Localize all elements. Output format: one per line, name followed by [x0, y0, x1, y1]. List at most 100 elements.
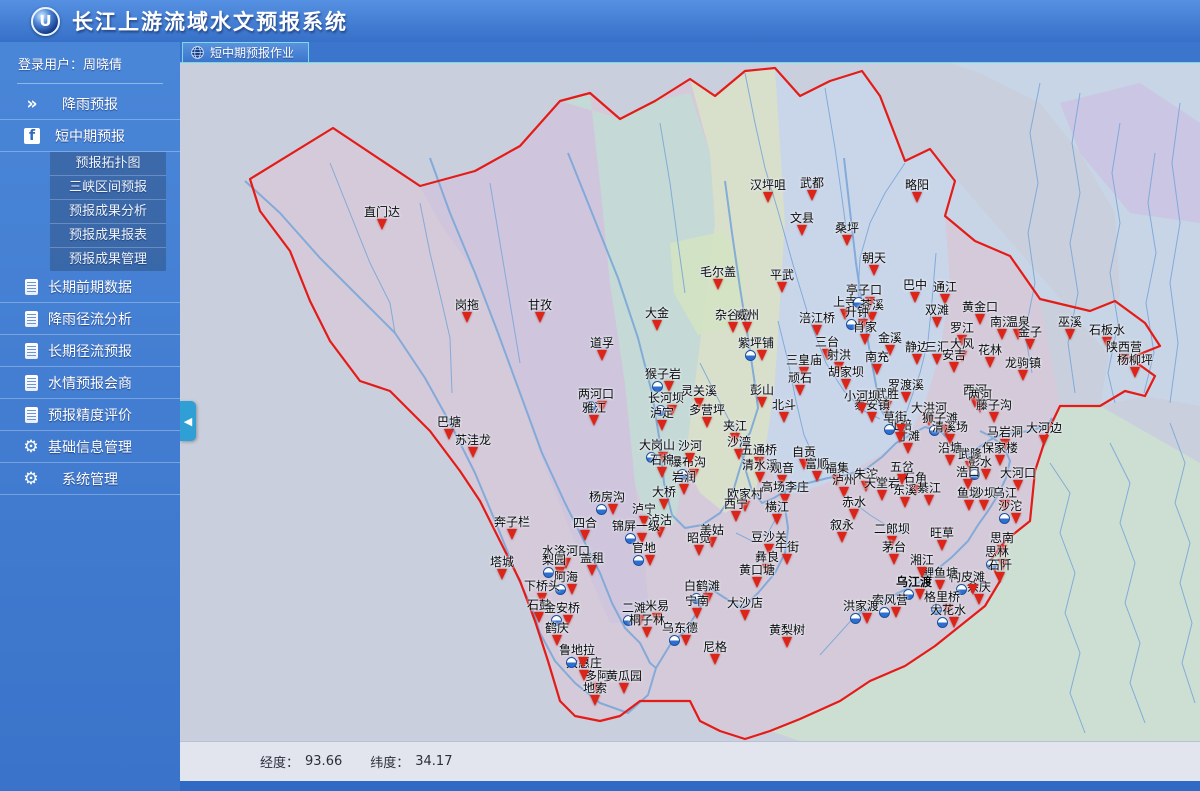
map-station[interactable]: 塔城 — [490, 556, 514, 582]
sidebar-subitem[interactable]: 三峡区间预报 — [50, 176, 166, 200]
map-station[interactable]: 毛尔盖 — [700, 266, 736, 292]
station-marker-icon — [897, 474, 907, 485]
map-station[interactable]: 杨柳坪 — [1117, 354, 1153, 380]
map-station[interactable]: 文县 — [790, 212, 814, 238]
station-marker-icon — [377, 219, 387, 230]
map-station[interactable]: 泸定 — [650, 407, 674, 433]
map-station[interactable]: 保家楼 — [982, 442, 1018, 468]
sidebar-item[interactable]: ⚙基础信息管理 — [0, 431, 180, 463]
map-station[interactable]: 旺草 — [930, 527, 954, 553]
map-station[interactable]: 紫坪铺 — [738, 337, 774, 363]
map-station[interactable]: 大金 — [645, 307, 669, 333]
map-station[interactable]: 桑坪 — [835, 222, 859, 248]
sidebar-subitem[interactable]: 预报拓扑图 — [50, 152, 166, 176]
station-label: 清溪场 — [932, 421, 968, 434]
map-station[interactable]: 道孚 — [590, 337, 614, 363]
sidebar-item[interactable]: 长期前期数据 — [0, 271, 180, 303]
map-station[interactable]: 南充 — [865, 351, 889, 377]
sidebar-item[interactable]: 水情预报会商 — [0, 367, 180, 399]
map-station[interactable]: 鲁地拉 — [559, 644, 595, 670]
map-station[interactable]: 叙永 — [830, 519, 854, 545]
document-icon — [25, 375, 38, 391]
map-station[interactable]: 东溪 — [893, 484, 917, 510]
map-station[interactable]: 黄口塘 — [739, 564, 775, 590]
map-station[interactable]: 汉坪咀 — [750, 179, 786, 205]
map-station[interactable]: 沙河 — [678, 440, 702, 466]
sidebar-subitem[interactable]: 预报成果管理 — [50, 248, 166, 271]
sidebar-item[interactable]: 长期径流预报 — [0, 335, 180, 367]
station-marker-icon — [685, 453, 695, 464]
station-marker-icon — [757, 350, 767, 361]
sidebar-item[interactable]: f短中期预报 — [0, 120, 180, 152]
map-station[interactable]: 雅江 — [582, 402, 606, 428]
map-station[interactable]: 苏洼龙 — [455, 434, 491, 460]
map-station[interactable]: 大河边 — [1026, 422, 1062, 448]
sidebar-subitem[interactable]: 预报成果分析 — [50, 200, 166, 224]
map-station[interactable]: 安吉 — [942, 349, 966, 375]
map-station[interactable]: 平武 — [770, 269, 794, 295]
map-station[interactable]: 官地 — [632, 542, 656, 568]
map-station[interactable]: 花林 — [978, 344, 1002, 370]
longitude-label: 经度： — [260, 752, 299, 771]
map-station[interactable]: 宁南 — [685, 595, 709, 621]
map-station[interactable]: 双滩 — [925, 304, 949, 330]
map-station[interactable]: 四合 — [573, 517, 597, 543]
map-station[interactable]: 巴中 — [903, 279, 927, 305]
map-station[interactable]: 藤子沟 — [976, 399, 1012, 425]
map-station[interactable]: 石棉 — [650, 454, 674, 480]
map-station[interactable]: 小河坝 — [844, 390, 880, 416]
map-station[interactable]: 威州 — [735, 309, 759, 335]
map-station[interactable]: 朝天 — [862, 252, 886, 278]
map-station[interactable]: 地索 — [583, 682, 607, 708]
map-station[interactable]: 奔子栏 — [494, 516, 530, 542]
map-station[interactable]: 沙沱 — [998, 500, 1022, 526]
map-station[interactable]: 大沙店 — [727, 597, 763, 623]
sidebar-subitem[interactable]: 预报成果报表 — [50, 224, 166, 248]
map-station[interactable]: 肖家 — [853, 321, 877, 347]
station-label: 米易 — [645, 600, 669, 613]
sidebar-item[interactable]: ⚙系统管理 — [0, 463, 180, 495]
basin-map[interactable]: 直门达岗拖甘孜道孚大金猴子岩两河口雅江长河坝泸定巴塘苏洼龙毛尔盖杂谷脑威州紫坪铺… — [180, 63, 1200, 741]
map-station[interactable]: 赤水 — [842, 496, 866, 522]
map-station[interactable]: 綦江 — [917, 482, 941, 508]
map-station[interactable]: 涪江桥 — [799, 312, 835, 338]
map-station[interactable]: 黄瓜园 — [606, 670, 642, 696]
map-station[interactable]: 巫溪 — [1058, 316, 1082, 342]
sidebar-item[interactable]: »降雨预报 — [0, 88, 180, 120]
map-station[interactable]: 乌东德 — [662, 622, 698, 648]
station-label: 豆沙关 — [751, 531, 787, 544]
map-station[interactable]: 湘江 — [910, 554, 934, 580]
tab-short-mid-forecast[interactable]: 短中期预报作业 — [182, 42, 309, 62]
map-station[interactable]: 西宁 — [724, 498, 748, 524]
map-station[interactable]: 石阡 — [988, 559, 1012, 585]
map-station[interactable]: 直门达 — [364, 206, 400, 232]
map-station[interactable]: 横江 — [765, 501, 789, 527]
map-station[interactable]: 略阳 — [905, 179, 929, 205]
map-station[interactable]: 茅台 — [882, 541, 906, 567]
station-label: 黄梨树 — [769, 624, 805, 637]
map-station[interactable]: 多营坪 — [689, 404, 725, 430]
map-station[interactable]: 杨房沟 — [589, 491, 625, 517]
map-station[interactable]: 尼格 — [703, 641, 727, 667]
station-marker-icon — [937, 540, 947, 551]
station-marker-icon — [462, 312, 472, 323]
map-station[interactable]: 桐子林 — [629, 614, 665, 640]
map-station[interactable]: 五岔 — [890, 461, 914, 487]
map-station[interactable]: 龙驹镇 — [1005, 357, 1041, 383]
map-station[interactable]: 顽石 — [788, 372, 812, 398]
map-station[interactable]: 彭山 — [750, 384, 774, 410]
map-station[interactable]: 洪家渡 — [843, 600, 879, 626]
map-station[interactable]: 岩润 — [672, 471, 696, 497]
sidebar-collapse-button[interactable]: ◀ — [180, 401, 196, 441]
map-station[interactable]: 大花水 — [930, 604, 966, 630]
map-station[interactable]: 昭觉 — [687, 532, 711, 558]
map-station[interactable]: 武都 — [800, 177, 824, 203]
map-station[interactable]: 甘孜 — [528, 299, 552, 325]
map-station[interactable]: 岗拖 — [455, 299, 479, 325]
sidebar-item[interactable]: 预报精度评价 — [0, 399, 180, 431]
map-station[interactable]: 黄梨树 — [769, 624, 805, 650]
map-station[interactable]: 北斗 — [772, 399, 796, 425]
station-label: 藤子沟 — [976, 399, 1012, 412]
map-station[interactable]: 金子 — [1018, 326, 1042, 352]
sidebar-item[interactable]: 降雨径流分析 — [0, 303, 180, 335]
